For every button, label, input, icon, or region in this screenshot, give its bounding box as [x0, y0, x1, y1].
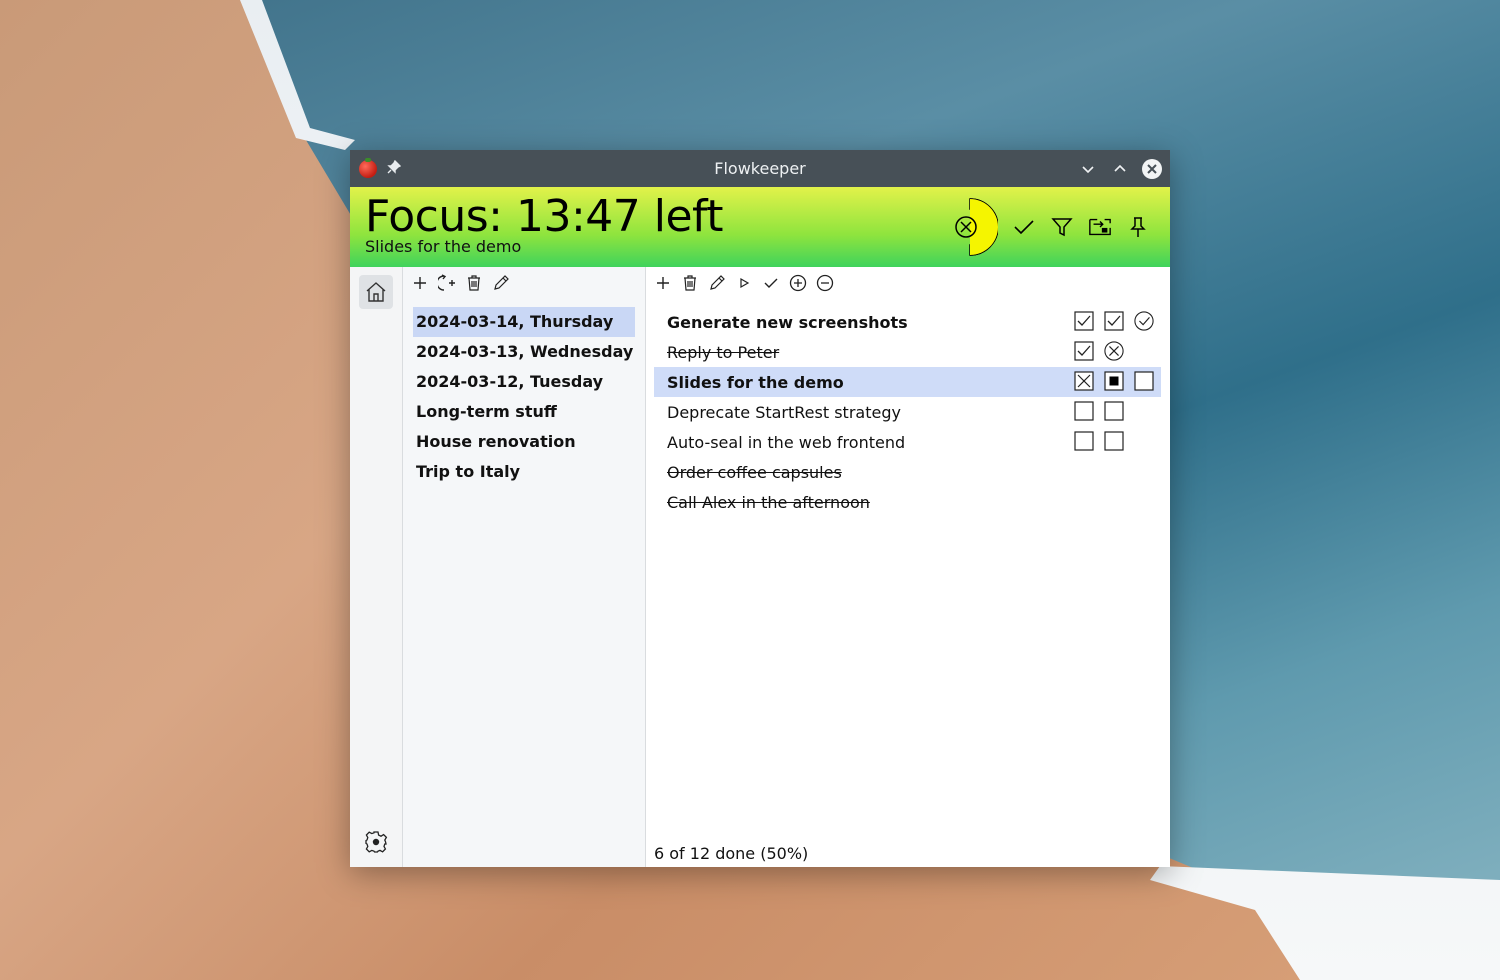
side-rail	[350, 267, 403, 867]
complete-button[interactable]	[1012, 215, 1036, 239]
delete-workitem-button[interactable]	[681, 274, 699, 292]
edit-icon	[494, 275, 509, 290]
tomato-icon[interactable]	[359, 157, 377, 178]
pomodoro-extra-done[interactable]	[1134, 311, 1154, 331]
workitem-row[interactable]: Slides for the demo	[654, 367, 1161, 397]
filter-icon	[1051, 218, 1073, 237]
workitem-label: Deprecate StartRest strategy	[667, 402, 901, 422]
workitem-label: Order coffee capsules	[667, 462, 842, 482]
pin-button[interactable]	[1126, 215, 1150, 239]
remove-pomodoro-button[interactable]	[816, 274, 834, 292]
app-window: Flowkeeper Focus: 13:47 left Slides for …	[350, 150, 1170, 867]
pomodoro-new[interactable]	[1074, 401, 1094, 421]
workitems-panel: Generate new screenshots Reply to Peter	[646, 267, 1170, 867]
edit-workitem-button[interactable]	[708, 274, 726, 292]
workitem-row[interactable]: Order coffee capsules	[654, 457, 1161, 487]
pomodoro-new[interactable]	[1134, 371, 1154, 391]
pomodoro-done[interactable]	[1104, 311, 1124, 331]
workitem-label: Reply to Peter	[667, 342, 780, 362]
start-button[interactable]	[735, 274, 753, 292]
pomodoro-running[interactable]	[1104, 371, 1124, 391]
add-pomodoro-icon	[789, 274, 807, 292]
backlog-item[interactable]: 2024-03-12, Tuesday	[413, 367, 635, 397]
edit-backlog-button[interactable]	[492, 274, 510, 292]
pomodoro-extra-voided[interactable]	[1104, 341, 1124, 361]
backlog-item[interactable]: Long-term stuff	[413, 397, 635, 427]
workitem-label: Call Alex in the afternoon	[667, 492, 870, 512]
maximize-button[interactable]	[1110, 159, 1130, 179]
delete-icon	[684, 275, 696, 291]
delete-backlog-button[interactable]	[465, 274, 483, 292]
delete-icon	[468, 275, 480, 291]
minimize-button[interactable]	[1078, 159, 1098, 179]
workitem-row[interactable]: Generate new screenshots	[654, 307, 1161, 337]
focus-header: Focus: 13:47 left Slides for the demo	[350, 187, 1170, 267]
complete-icon	[764, 278, 778, 288]
add-from-incomplete-button[interactable]	[438, 274, 456, 292]
backlog-item[interactable]: Trip to Italy	[413, 457, 635, 487]
timer-indicator[interactable]	[952, 197, 999, 257]
minimize-icon	[1082, 165, 1094, 173]
workitem-list: Generate new screenshots Reply to Peter	[646, 299, 1170, 517]
close-icon	[1147, 163, 1157, 174]
pomodoro-new[interactable]	[1104, 431, 1124, 451]
status-text: 6 of 12 done (50%)	[654, 844, 809, 863]
workitem-row[interactable]: Reply to Peter	[654, 337, 1161, 367]
workitem-row[interactable]: Deprecate StartRest strategy	[654, 397, 1161, 427]
title-bar[interactable]: Flowkeeper	[350, 150, 1170, 187]
backlog-item[interactable]: 2024-03-14, Thursday	[413, 307, 635, 337]
pin-icon[interactable]	[387, 159, 402, 178]
close-button[interactable]	[1142, 158, 1162, 179]
add-backlog-button[interactable]	[411, 274, 429, 292]
add-from-incomplete-icon	[438, 274, 455, 291]
focus-title: Focus: 13:47 left	[365, 191, 724, 242]
filter-button[interactable]	[1050, 215, 1074, 239]
move-button[interactable]	[1088, 215, 1112, 239]
add-icon	[414, 277, 426, 289]
pomodoro-done[interactable]	[1074, 341, 1094, 361]
workitem-row[interactable]: Auto-seal in the web frontend	[654, 427, 1161, 457]
focus-subtitle: Slides for the demo	[365, 237, 522, 256]
remove-pomodoro-icon	[816, 274, 834, 292]
window-title: Flowkeeper	[714, 159, 806, 178]
backlog-item[interactable]: House renovation	[413, 427, 635, 457]
settings-button[interactable]	[363, 829, 389, 855]
pomodoro-new[interactable]	[1074, 431, 1094, 451]
home-button[interactable]	[359, 275, 393, 309]
backlogs-toolbar	[403, 267, 645, 299]
pomodoro-voided[interactable]	[1074, 371, 1094, 391]
maximize-icon	[1114, 164, 1126, 172]
workitem-row[interactable]: Call Alex in the afternoon	[654, 487, 1161, 517]
add-icon	[657, 277, 669, 289]
add-workitem-button[interactable]	[654, 274, 672, 292]
workitem-label: Generate new screenshots	[667, 312, 908, 332]
backlog-item[interactable]: 2024-03-13, Wednesday	[413, 337, 635, 367]
settings-icon	[365, 831, 388, 853]
pin-icon	[1130, 217, 1146, 237]
pomodoro-done[interactable]	[1074, 311, 1094, 331]
complete-workitem-button[interactable]	[762, 274, 780, 292]
add-pomodoro-button[interactable]	[789, 274, 807, 292]
move-icon	[1089, 218, 1111, 236]
home-icon	[366, 282, 386, 302]
backlogs-panel: 2024-03-14, Thursday 2024-03-13, Wednesd…	[403, 267, 646, 867]
backlog-list: 2024-03-14, Thursday 2024-03-13, Wednesd…	[403, 299, 645, 487]
start-icon	[740, 277, 750, 289]
edit-icon	[710, 275, 725, 290]
workitems-toolbar	[646, 267, 1170, 299]
complete-icon	[1014, 220, 1034, 235]
pomodoro-new[interactable]	[1104, 401, 1124, 421]
workitem-label: Slides for the demo	[667, 372, 844, 392]
workitem-label: Auto-seal in the web frontend	[667, 432, 906, 452]
